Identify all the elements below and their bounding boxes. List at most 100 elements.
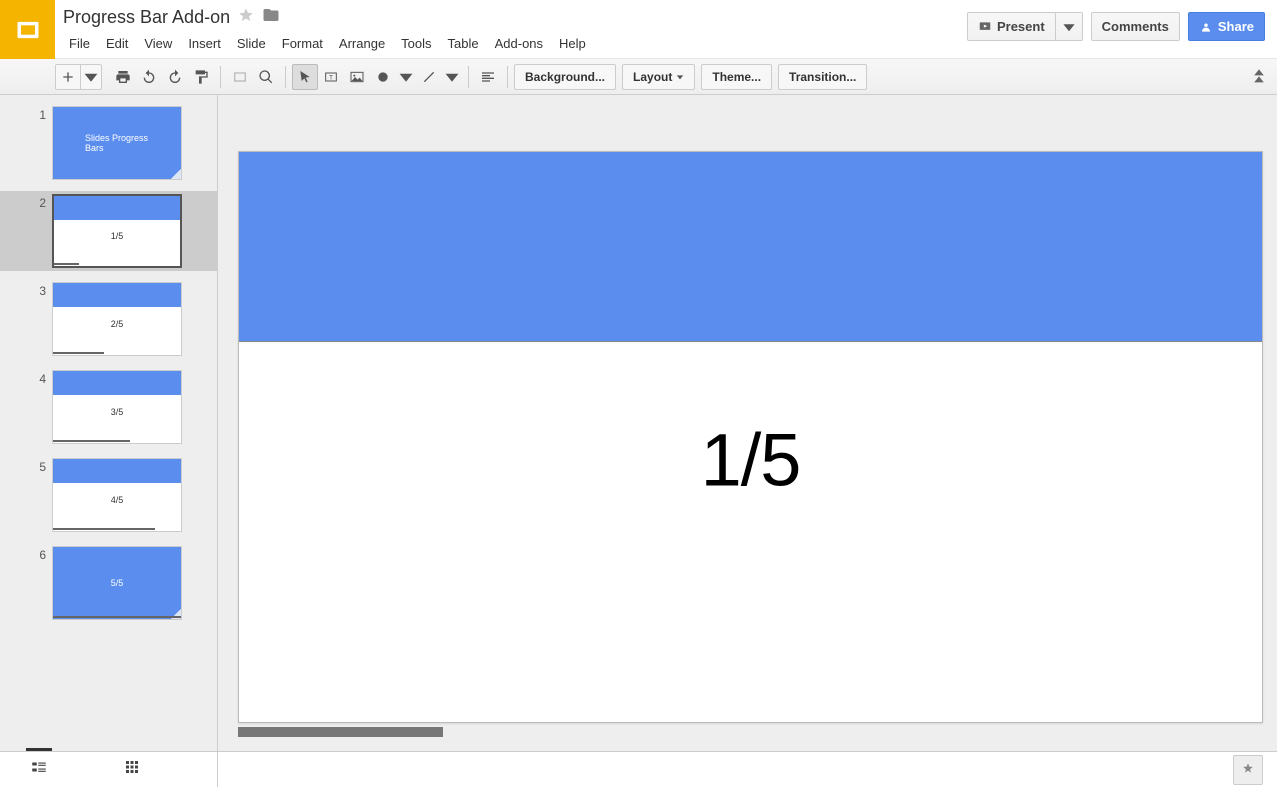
layout-label: Layout [633, 70, 672, 84]
thumbnail[interactable]: 4/5 [52, 458, 182, 532]
comments-label: Comments [1102, 19, 1169, 34]
grid-view-icon[interactable] [123, 758, 141, 781]
thumbnail-text: 2/5 [111, 319, 124, 329]
print-icon[interactable] [110, 64, 136, 90]
star-icon[interactable] [238, 7, 254, 28]
slides-logo[interactable] [0, 0, 55, 59]
bottom-right [218, 755, 1277, 785]
thumbnail-progress-bar [54, 263, 79, 265]
thumbnail-number: 3 [0, 282, 52, 298]
menu-table[interactable]: Table [440, 34, 487, 53]
align-icon[interactable] [475, 64, 501, 90]
menu-slide[interactable]: Slide [229, 34, 274, 53]
thumbnail-progress-bar [53, 352, 104, 354]
thumbnail[interactable]: 3/5 [52, 370, 182, 444]
slide-progress-bar[interactable] [238, 727, 443, 737]
workspace: 1 Slides Progress Bars 2 1/5 3 2/5 4 3/5 5 4/5 6 5/… [0, 95, 1277, 751]
thumbnail-row[interactable]: 5 4/5 [0, 455, 217, 535]
slide-canvas[interactable]: 1/5 [238, 151, 1263, 723]
thumbnail-title: 5/5 [111, 578, 124, 588]
textbox-icon[interactable]: T [318, 64, 344, 90]
select-tool-icon[interactable] [292, 64, 318, 90]
menu-tools[interactable]: Tools [393, 34, 439, 53]
menu-file[interactable]: File [61, 34, 98, 53]
theme-button[interactable]: Theme... [701, 64, 772, 90]
bottom-bar [0, 751, 1277, 787]
thumbnail-progress-bar [53, 440, 130, 442]
present-dropdown[interactable] [1056, 12, 1083, 41]
thumbnail-row[interactable]: 4 3/5 [0, 367, 217, 447]
thumbnail-row[interactable]: 1 Slides Progress Bars [0, 103, 217, 183]
thumbnail-row[interactable]: 3 2/5 [0, 279, 217, 359]
transition-button[interactable]: Transition... [778, 64, 867, 90]
layout-button[interactable]: Layout [622, 64, 695, 90]
menu-view[interactable]: View [136, 34, 180, 53]
header-right: Present Comments Share [967, 0, 1277, 41]
filmstrip-view-icon[interactable] [30, 758, 48, 781]
toolbar: T Background... Layout Theme... Transiti… [0, 59, 1277, 95]
thumbnail[interactable]: Slides Progress Bars [52, 106, 182, 180]
new-slide-button[interactable] [55, 64, 81, 90]
thumbnail-progress-bar [53, 528, 155, 530]
thumbnail-text: 1/5 [111, 231, 124, 241]
share-button[interactable]: Share [1188, 12, 1265, 41]
thumbnail-text: 4/5 [111, 495, 124, 505]
title-row: Progress Bar Add-on [61, 0, 967, 28]
separator [285, 66, 286, 88]
thumbnail-number: 5 [0, 458, 52, 474]
image-icon[interactable] [344, 64, 370, 90]
header-main: Progress Bar Add-on File Edit View Inser… [55, 0, 967, 53]
explore-button[interactable] [1233, 755, 1263, 785]
comments-button[interactable]: Comments [1091, 12, 1180, 41]
zoom-icon[interactable] [253, 64, 279, 90]
thumbnail-title: Slides Progress Bars [85, 133, 149, 153]
theme-label: Theme... [712, 70, 761, 84]
svg-text:T: T [329, 74, 333, 81]
share-label: Share [1218, 19, 1254, 34]
shape-icon[interactable] [370, 64, 396, 90]
thumbnail-progress-bar [53, 616, 181, 618]
line-dropdown[interactable] [442, 64, 462, 90]
thumbnail-number: 1 [0, 106, 52, 122]
menu-addons[interactable]: Add-ons [487, 34, 551, 53]
separator [220, 66, 221, 88]
slide-header-shape[interactable] [239, 152, 1262, 342]
menubar: File Edit View Insert Slide Format Arran… [61, 28, 967, 53]
menu-insert[interactable]: Insert [180, 34, 229, 53]
line-icon[interactable] [416, 64, 442, 90]
menu-help[interactable]: Help [551, 34, 594, 53]
canvas-area[interactable]: 1/5 [218, 95, 1277, 751]
thumbnail[interactable]: 5/5 [52, 546, 182, 620]
collapse-toolbar-icon[interactable] [1253, 67, 1271, 86]
new-slide-dropdown[interactable] [81, 64, 102, 90]
bottom-left [0, 752, 218, 787]
thumbnail-number: 2 [0, 194, 52, 210]
thumbnail-number: 4 [0, 370, 52, 386]
menu-format[interactable]: Format [274, 34, 331, 53]
thumbnail-number: 6 [0, 546, 52, 562]
separator [468, 66, 469, 88]
thumbnail[interactable]: 2/5 [52, 282, 182, 356]
thumbnail-text: 3/5 [111, 407, 124, 417]
present-button[interactable]: Present [967, 12, 1056, 41]
menu-arrange[interactable]: Arrange [331, 34, 393, 53]
slide-text[interactable]: 1/5 [701, 417, 801, 502]
header: Progress Bar Add-on File Edit View Inser… [0, 0, 1277, 59]
background-button[interactable]: Background... [514, 64, 616, 90]
menu-edit[interactable]: Edit [98, 34, 136, 53]
present-split: Present [967, 12, 1083, 41]
thumbnail[interactable]: 1/5 [52, 194, 182, 268]
transition-label: Transition... [789, 70, 856, 84]
separator [507, 66, 508, 88]
thumbnail-row[interactable]: 6 5/5 [0, 543, 217, 623]
folder-icon[interactable] [262, 6, 280, 29]
shape-dropdown[interactable] [396, 64, 416, 90]
undo-icon[interactable] [136, 64, 162, 90]
paint-format-icon[interactable] [188, 64, 214, 90]
present-label: Present [997, 19, 1045, 34]
redo-icon[interactable] [162, 64, 188, 90]
document-title[interactable]: Progress Bar Add-on [61, 7, 230, 28]
thumbnail-panel[interactable]: 1 Slides Progress Bars 2 1/5 3 2/5 4 3/5 5 4/5 6 5/… [0, 95, 218, 751]
zoom-fit-icon[interactable] [227, 64, 253, 90]
thumbnail-row[interactable]: 2 1/5 [0, 191, 217, 271]
